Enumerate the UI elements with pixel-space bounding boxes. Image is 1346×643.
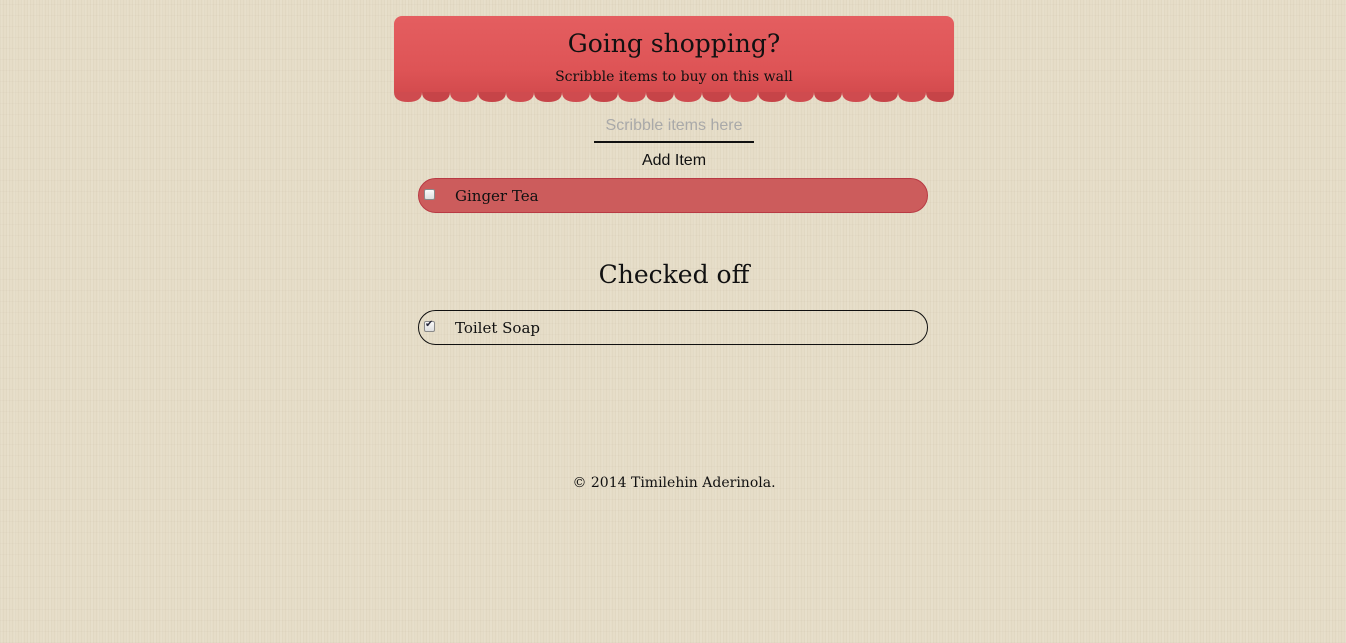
page-subtitle: Scribble items to buy on this wall bbox=[555, 69, 793, 85]
awning-scallop bbox=[646, 92, 674, 102]
header-awning: Going shopping? Scribble items to buy on… bbox=[394, 16, 954, 102]
list-item-todo[interactable]: Ginger Tea bbox=[418, 178, 928, 213]
awning-scallop bbox=[674, 92, 702, 102]
item-label: Toilet Soap bbox=[455, 319, 540, 337]
awning-scallop bbox=[758, 92, 786, 102]
awning-scallop bbox=[898, 92, 926, 102]
awning-scallop bbox=[422, 92, 450, 102]
awning-scallop bbox=[394, 92, 422, 102]
awning-scallop bbox=[590, 92, 618, 102]
awning-scallop-edge bbox=[394, 92, 954, 106]
awning-scallop bbox=[534, 92, 562, 102]
add-item-button[interactable]: Add Item bbox=[394, 150, 954, 172]
awning-scallop bbox=[478, 92, 506, 102]
awning-scallop bbox=[786, 92, 814, 102]
awning-scallop bbox=[562, 92, 590, 102]
awning-scallop bbox=[506, 92, 534, 102]
awning-scallop bbox=[702, 92, 730, 102]
checked-off-heading: Checked off bbox=[598, 260, 750, 289]
check-icon: ✔ bbox=[425, 319, 434, 330]
add-item-form bbox=[594, 111, 754, 143]
footer-copyright: © 2014 Timilehin Aderinola. bbox=[572, 475, 776, 491]
item-input[interactable] bbox=[594, 111, 754, 143]
item-checkbox[interactable] bbox=[424, 189, 435, 200]
item-label: Ginger Tea bbox=[455, 187, 539, 205]
awning-scallop bbox=[730, 92, 758, 102]
awning-scallop bbox=[926, 92, 954, 102]
page-title: Going shopping? bbox=[567, 29, 781, 58]
awning-scallop bbox=[814, 92, 842, 102]
awning-scallop bbox=[870, 92, 898, 102]
awning-scallop bbox=[450, 92, 478, 102]
app-container: Going shopping? Scribble items to buy on… bbox=[394, 16, 954, 491]
item-checkbox-checked[interactable]: ✔ bbox=[424, 319, 435, 332]
awning-scallop bbox=[618, 92, 646, 102]
list-item-checked[interactable]: ✔ Toilet Soap bbox=[418, 310, 928, 345]
awning-scallop bbox=[842, 92, 870, 102]
